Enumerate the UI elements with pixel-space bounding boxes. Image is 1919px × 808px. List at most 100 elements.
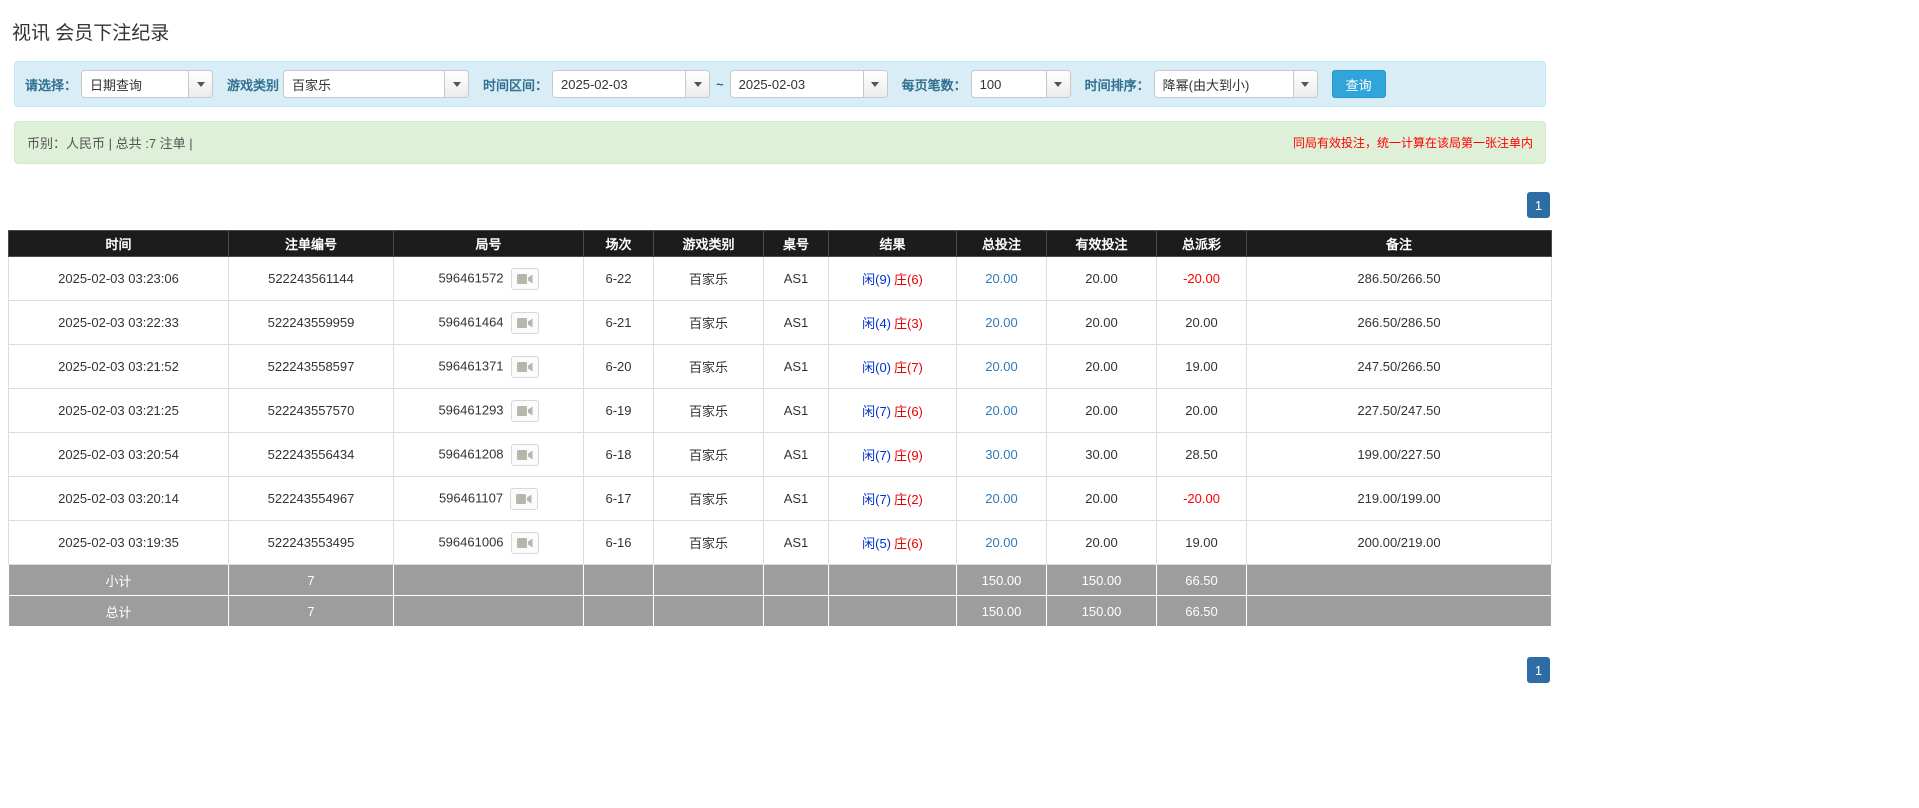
round-id-value: 596461572 (438, 269, 504, 285)
game-type-dropdown-button[interactable] (444, 71, 469, 97)
video-camera-icon (516, 361, 533, 372)
date-from-input[interactable] (553, 71, 686, 97)
video-replay-button[interactable] (510, 267, 539, 290)
pagination-top: 1 (10, 192, 1550, 218)
cell-session: 6-20 (583, 344, 654, 389)
cell-valid-bet: 20.00 (1046, 344, 1157, 389)
result-banker: 庄(6) (894, 272, 923, 287)
cell-round-id: 596461572 (393, 256, 584, 301)
betting-records-page: 视讯 会员下注纪录 请选择： 游戏类别 时间区间： ~ 每页笔数： 时间排序： (0, 0, 1560, 703)
page-title: 视讯 会员下注纪录 (12, 23, 170, 44)
query-type-dropdown-button[interactable] (188, 71, 213, 97)
page-size-dropdown-button[interactable] (1045, 71, 1070, 97)
col-header-total-bet: 总投注 (956, 230, 1047, 257)
result-player: 闲(7) (862, 448, 891, 463)
page-1-button[interactable]: 1 (1527, 657, 1550, 683)
cell-result: 闲(4) 庄(3) (828, 300, 957, 345)
cell-session: 6-22 (583, 256, 654, 301)
cell-result: 闲(0) 庄(7) (828, 344, 957, 389)
cell-empty (828, 564, 957, 596)
result-player: 闲(7) (862, 492, 891, 507)
cell-session: 6-17 (583, 476, 654, 521)
date-to-input[interactable] (730, 71, 863, 97)
cell-empty (653, 564, 764, 596)
cell-valid-bet: 20.00 (1046, 388, 1157, 433)
round-id-value: 596461371 (438, 357, 504, 373)
chevron-down-icon (871, 81, 880, 87)
cell-time: 2025-02-03 03:21:52 (8, 344, 229, 389)
cell-valid-bet: 30.00 (1046, 432, 1157, 477)
cell-total-bet[interactable]: 20.00 (956, 388, 1047, 433)
query-type-input[interactable] (82, 71, 189, 97)
cell-empty (583, 564, 654, 596)
result-player: 闲(9) (862, 272, 891, 287)
subtotal-payout: 66.50 (1156, 564, 1247, 596)
date-from-combo (552, 70, 711, 98)
cell-bet-id: 522243553495 (228, 520, 394, 565)
cell-note: 200.00/219.00 (1246, 520, 1552, 565)
cell-game-type: 百家乐 (653, 432, 764, 477)
video-camera-icon (516, 493, 532, 504)
cell-table-no: AS1 (763, 388, 829, 433)
video-replay-button[interactable] (510, 311, 539, 334)
cell-total-bet[interactable]: 20.00 (956, 520, 1047, 565)
video-camera-icon (516, 537, 533, 548)
cell-game-type: 百家乐 (653, 300, 764, 345)
date-to-dropdown-button[interactable] (862, 71, 887, 97)
cell-round-id: 596461464 (393, 300, 584, 345)
cell-game-type: 百家乐 (653, 256, 764, 301)
video-replay-button[interactable] (510, 531, 539, 554)
records-table: 时间 注单编号 局号 场次 游戏类别 桌号 结果 总投注 有效投注 总派彩 备注… (8, 230, 1552, 627)
cell-bet-id: 522243556434 (228, 432, 394, 477)
video-replay-button[interactable] (510, 487, 539, 510)
table-row: 2025-02-03 03:23:06 522243561144 5964615… (8, 256, 1552, 301)
cell-empty (828, 595, 957, 627)
page-size-input[interactable] (971, 71, 1046, 97)
round-id-value: 596461208 (438, 445, 504, 461)
date-to-combo (729, 70, 888, 98)
col-header-note: 备注 (1246, 230, 1552, 257)
subtotal-total-bet: 150.00 (956, 564, 1047, 596)
video-camera-icon (516, 405, 533, 416)
cell-payout: 28.50 (1156, 432, 1247, 477)
cell-payout: 19.00 (1156, 344, 1247, 389)
cell-empty (1246, 564, 1552, 596)
cell-round-id: 596461371 (393, 344, 584, 389)
grand-total-payout: 66.50 (1156, 595, 1247, 627)
cell-time: 2025-02-03 03:21:25 (8, 388, 229, 433)
cell-bet-id: 522243554967 (228, 476, 394, 521)
video-replay-button[interactable] (510, 399, 539, 422)
game-type-input[interactable] (284, 71, 445, 97)
search-button[interactable]: 查询 (1331, 70, 1386, 98)
filter-bar: 请选择： 游戏类别 时间区间： ~ 每页笔数： 时间排序： (14, 61, 1546, 107)
cell-total-bet[interactable]: 20.00 (956, 300, 1047, 345)
time-sort-input[interactable] (1154, 71, 1293, 97)
chevron-down-icon (452, 81, 461, 87)
result-banker: 庄(2) (894, 492, 923, 507)
subtotal-row: 小计 7 150.00 150.00 66.50 (8, 564, 1552, 596)
page-1-button[interactable]: 1 (1527, 192, 1550, 218)
cell-valid-bet: 20.00 (1046, 256, 1157, 301)
query-type-combo (81, 70, 214, 98)
cell-total-bet[interactable]: 20.00 (956, 344, 1047, 389)
video-replay-button[interactable] (510, 443, 539, 466)
cell-total-bet[interactable]: 20.00 (956, 256, 1047, 301)
video-replay-button[interactable] (510, 355, 539, 378)
date-from-dropdown-button[interactable] (685, 71, 710, 97)
cell-total-bet[interactable]: 20.00 (956, 476, 1047, 521)
result-banker: 庄(3) (894, 316, 923, 331)
cell-bet-id: 522243557570 (228, 388, 394, 433)
time-sort-dropdown-button[interactable] (1292, 71, 1317, 97)
time-sort-label: 时间排序： (1084, 77, 1150, 93)
cell-session: 6-18 (583, 432, 654, 477)
cell-total-bet[interactable]: 30.00 (956, 432, 1047, 477)
chevron-down-icon (196, 81, 205, 87)
cell-bet-id: 522243561144 (228, 256, 394, 301)
cell-empty (763, 595, 829, 627)
cell-empty (393, 595, 584, 627)
round-id-value: 596461464 (438, 313, 504, 329)
result-player: 闲(0) (862, 360, 891, 375)
cell-result: 闲(7) 庄(9) (828, 432, 957, 477)
subtotal-valid-bet: 150.00 (1046, 564, 1157, 596)
cell-empty (1246, 595, 1552, 627)
